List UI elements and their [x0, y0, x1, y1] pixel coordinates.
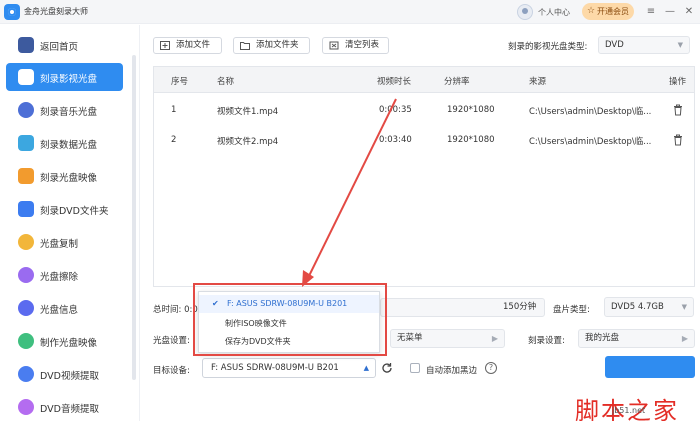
- watermark-url: jb51.net: [612, 406, 646, 415]
- annotation-arrow: [302, 98, 397, 287]
